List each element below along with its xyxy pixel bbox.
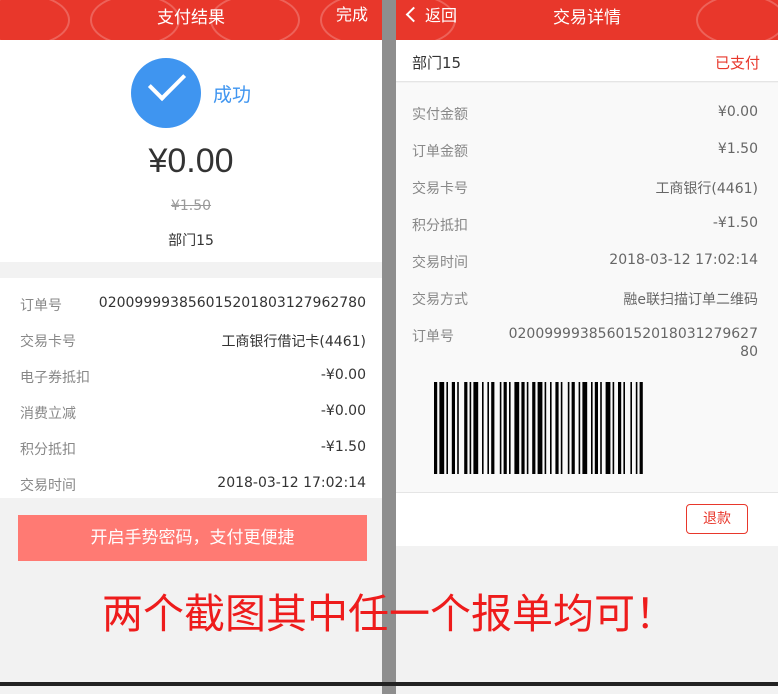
checkmark-icon <box>147 62 187 102</box>
success-check-icon <box>131 58 201 128</box>
success-status: 成功 <box>213 84 252 106</box>
action-bar: 退款 <box>396 492 778 546</box>
detail-row: 订单号 020099993856015201803127962780 <box>396 317 778 360</box>
detail-row: 交易时间 2018-03-12 17:02:14 <box>0 466 382 502</box>
done-button[interactable]: 完成 <box>336 0 368 30</box>
detail-value: 020099993856015201803127962780 <box>508 326 758 360</box>
detail-label: 交易时间 <box>412 255 468 271</box>
status-badge: 已支付 <box>714 54 760 72</box>
detail-value: 020099993856015201803127962780 <box>98 295 366 311</box>
detail-label: 实付金额 <box>412 107 468 123</box>
detail-label: 电子券抵扣 <box>20 370 90 386</box>
detail-label: 积分抵扣 <box>20 442 76 458</box>
detail-value: 2018-03-12 17:02:14 <box>609 252 758 268</box>
detail-row: 消费立减 -¥0.00 <box>0 394 382 430</box>
detail-value: -¥0.00 <box>320 403 366 419</box>
detail-value: ¥0.00 <box>717 104 758 120</box>
payment-details: 订单号 020099993856015201803127962780 交易卡号 … <box>0 278 382 498</box>
order-barcode <box>434 382 643 474</box>
annotation-note: 两个截图其中任一个报单均可！ <box>102 590 676 638</box>
detail-value: -¥0.00 <box>320 367 366 383</box>
detail-value: 2018-03-12 17:02:14 <box>217 475 366 491</box>
left-header: 支付结果 完成 <box>0 0 382 40</box>
detail-value: 工商银行(4461) <box>655 181 758 197</box>
detail-value: ¥1.50 <box>717 141 758 157</box>
result-summary: 成功 ¥0.00 ¥1.50 部门15 <box>0 40 382 262</box>
detail-label: 交易卡号 <box>412 181 468 197</box>
detail-value: 融e联扫描订单二维码 <box>623 292 758 308</box>
detail-row: 订单金额 ¥1.50 <box>396 132 778 168</box>
detail-label: 积分抵扣 <box>412 218 468 234</box>
paid-amount: ¥0.00 <box>148 142 234 180</box>
merchant-name: 部门15 <box>412 54 462 72</box>
detail-row: 积分抵扣 -¥1.50 <box>396 206 778 242</box>
enable-gesture-password-button[interactable]: 开启手势密码，支付更便捷 <box>18 515 367 561</box>
detail-label: 交易方式 <box>412 292 468 308</box>
page-title: 支付结果 <box>157 8 225 28</box>
transaction-header-row: 部门15 已支付 <box>396 40 778 82</box>
detail-row: 交易方式 融e联扫描订单二维码 <box>396 280 778 316</box>
detail-label: 消费立减 <box>20 406 76 422</box>
detail-label: 订单号 <box>412 329 454 345</box>
right-header: 返回 交易详情 <box>396 0 778 40</box>
detail-value: -¥1.50 <box>712 215 758 231</box>
detail-row: 订单号 020099993856015201803127962780 <box>0 286 382 322</box>
detail-row: 交易时间 2018-03-12 17:02:14 <box>396 243 778 279</box>
detail-label: 订单金额 <box>412 144 468 160</box>
detail-value: 工商银行借记卡(4461) <box>221 334 366 350</box>
bottom-border <box>0 682 778 686</box>
detail-row: 实付金额 ¥0.00 <box>396 95 778 131</box>
detail-row: 积分抵扣 -¥1.50 <box>0 430 382 466</box>
detail-label: 交易时间 <box>20 478 76 494</box>
merchant-name: 部门15 <box>168 233 214 249</box>
detail-row: 电子券抵扣 -¥0.00 <box>0 358 382 394</box>
detail-row: 交易卡号 工商银行(4461) <box>396 169 778 205</box>
refund-button[interactable]: 退款 <box>686 504 748 534</box>
detail-label: 订单号 <box>20 298 62 314</box>
original-amount: ¥1.50 <box>170 198 212 214</box>
detail-label: 交易卡号 <box>20 334 76 350</box>
page-title: 交易详情 <box>553 8 621 28</box>
detail-row: 交易卡号 工商银行借记卡(4461) <box>0 322 382 358</box>
detail-value: -¥1.50 <box>320 439 366 455</box>
